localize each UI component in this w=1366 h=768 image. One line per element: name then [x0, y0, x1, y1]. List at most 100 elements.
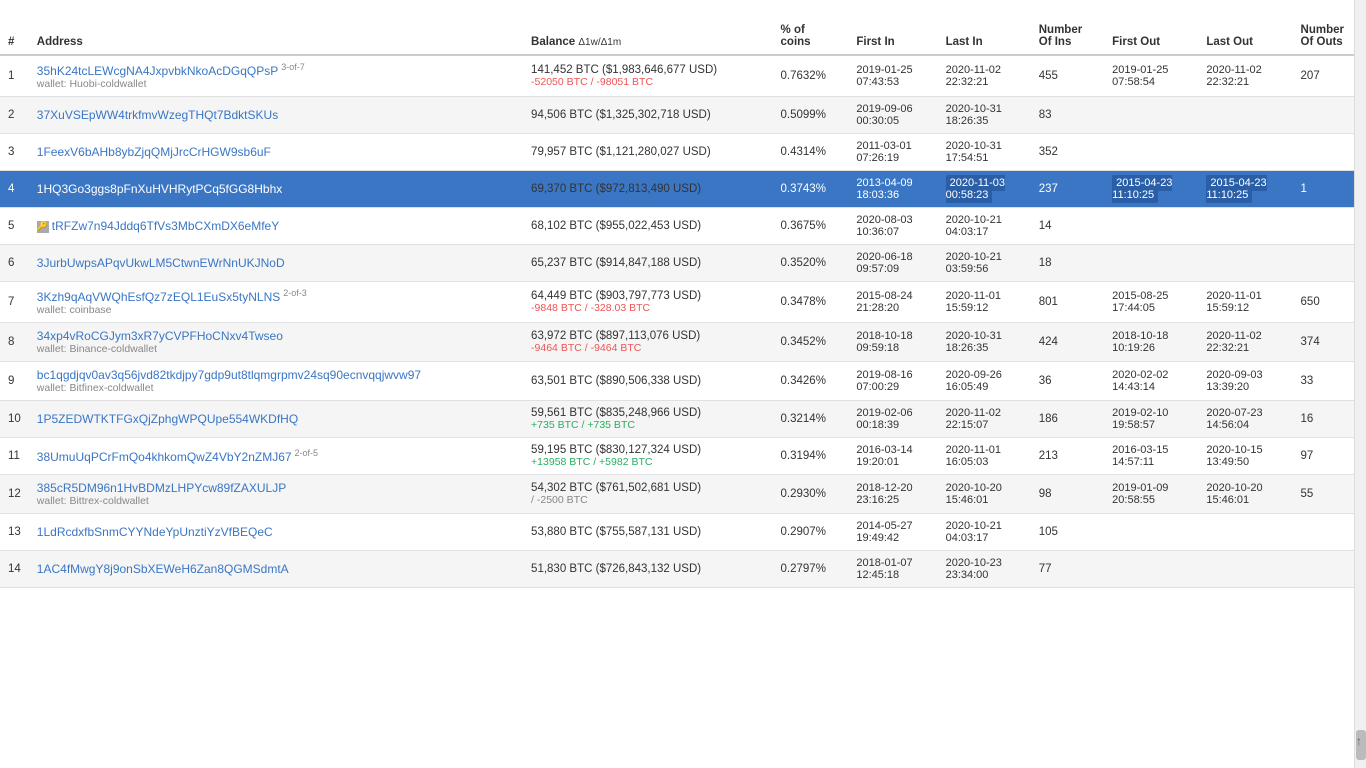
last-out-cell: [1198, 244, 1292, 281]
col-last-out: Last Out: [1198, 18, 1292, 55]
pct-cell: 0.5099%: [773, 96, 849, 133]
address-link[interactable]: 1AC4fMwgY8j9onSbXEWeH6Zan8QGMSdmtA: [37, 562, 289, 576]
first-out-cell: [1104, 244, 1198, 281]
address-link[interactable]: 1LdRcdxfbSnmCYYNdeYpUnztiYzVfBEQeC: [37, 525, 273, 539]
last-in-cell: 2020-09-26 16:05:49: [938, 361, 1031, 400]
last-in-cell: 2020-10-20 15:46:01: [938, 474, 1031, 513]
balance-cell: 79,957 BTC ($1,121,280,027 USD): [523, 133, 772, 170]
last-out-cell: 2020-10-15 13:49:50: [1198, 437, 1292, 474]
address-link[interactable]: bc1qgdjqv0av3q56jvd82tkdjpy7gdp9ut8tlqmg…: [37, 368, 421, 382]
table-row: 135hK24tcLEWcgNA4JxpvbkNkoAcDGqQPsP3-of-…: [0, 55, 1366, 96]
balance-main: 54,302 BTC ($761,502,681 USD): [531, 482, 764, 494]
balance-main: 65,237 BTC ($914,847,188 USD): [531, 257, 764, 269]
last-in-cell: 2020-11-02 22:32:21: [938, 55, 1031, 96]
rank-cell: 1: [0, 55, 29, 96]
last-in-cell: 2020-11-01 15:59:12: [938, 281, 1031, 322]
table-row: 10 1P5ZEDWTKTFGxQjZphgWPQUpe554WKDfHQ 59,5…: [0, 400, 1366, 437]
last-out-cell: 2020-11-02 22:32:21: [1198, 322, 1292, 361]
address-link[interactable]: 37XuVSEpWW4trkfmvWzegTHQt7BdktSKUs: [37, 108, 278, 122]
page-title: [0, 0, 1366, 18]
last-out-cell: 2020-11-01 15:59:12: [1198, 281, 1292, 322]
address-cell: 🔑tRFZw7n94Jddq6TfVs3MbCXmDX6eMfeY: [29, 207, 523, 244]
pct-cell: 0.2930%: [773, 474, 849, 513]
pct-cell: 0.2797%: [773, 550, 849, 587]
rich-addresses-table: # Address Balance Δ1w/Δ1m % ofcoins Firs…: [0, 18, 1366, 588]
wallet-label: wallet: coinbase: [37, 304, 515, 316]
wallet-label: wallet: Huobi-coldwallet: [37, 78, 515, 90]
last-out-cell: 2020-10-20 15:46:01: [1198, 474, 1292, 513]
address-link[interactable]: 385cR5DM96n1HvBDMzLHPYcw89fZAXULJP: [37, 481, 286, 495]
num-ins-cell: 98: [1031, 474, 1104, 513]
balance-main: 53,880 BTC ($755,587,131 USD): [531, 526, 764, 538]
balance-cell: 65,237 BTC ($914,847,188 USD): [523, 244, 772, 281]
balance-main: 63,972 BTC ($897,113,076 USD): [531, 330, 764, 342]
rank-cell: 12: [0, 474, 29, 513]
scroll-up-arrow[interactable]: ↑: [1353, 734, 1365, 748]
first-out-cell: 2018-10-18 10:19:26: [1104, 322, 1198, 361]
table-wrapper: # Address Balance Δ1w/Δ1m % ofcoins Firs…: [0, 18, 1366, 588]
last-in-cell: 2020-10-23 23:34:00: [938, 550, 1031, 587]
address-cell: bc1qgdjqv0av3q56jvd82tkdjpy7gdp9ut8tlqmg…: [29, 361, 523, 400]
first-in-cell: 2014-05-27 19:49:42: [848, 513, 937, 550]
rank-cell: 10: [0, 400, 29, 437]
table-row: 5🔑tRFZw7n94Jddq6TfVs3MbCXmDX6eMfeY68,102…: [0, 207, 1366, 244]
last-out-cell: 2015-04-23 11:10:25: [1198, 170, 1292, 207]
col-first-in: First In: [848, 18, 937, 55]
balance-cell: 59,561 BTC ($835,248,966 USD)+735 BTC / …: [523, 400, 772, 437]
first-in-cell: 2020-08-03 10:36:07: [848, 207, 937, 244]
first-in-cell: 2016-03-14 19:20:01: [848, 437, 937, 474]
address-link[interactable]: 3Kzh9qAqVWQhEsfQz7zEQL1EuSx5tyNLNS: [37, 290, 280, 304]
address-cell: 35hK24tcLEWcgNA4JxpvbkNkoAcDGqQPsP3-of-7…: [29, 55, 523, 96]
first-in-cell: 2019-09-06 00:30:05: [848, 96, 937, 133]
last-in-cell: 2020-10-31 18:26:35: [938, 96, 1031, 133]
address-link[interactable]: 3JurbUwpsAPqvUkwLM5CtwnEWrNnUKJNoD: [37, 256, 285, 270]
col-pct: % ofcoins: [773, 18, 849, 55]
last-out-cell: [1198, 133, 1292, 170]
address-suffix: 3-of-7: [281, 62, 305, 72]
col-balance: Balance Δ1w/Δ1m: [523, 18, 772, 55]
first-in-cell: 2019-01-25 07:43:53: [848, 55, 937, 96]
first-in-cell: 2018-10-18 09:59:18: [848, 322, 937, 361]
first-in-cell: 2019-08-16 07:00:29: [848, 361, 937, 400]
last-out-cell: 2020-09-03 13:39:20: [1198, 361, 1292, 400]
balance-main: 64,449 BTC ($903,797,773 USD): [531, 290, 764, 302]
address-link[interactable]: 34xp4vRoCGJym3xR7yCVPFHoCNxv4Twseo: [37, 329, 283, 343]
rank-cell: 8: [0, 322, 29, 361]
address-cell: 3Kzh9qAqVWQhEsfQz7zEQL1EuSx5tyNLNS2-of-3…: [29, 281, 523, 322]
address-link[interactable]: 38UmuUqPCrFmQo4khkomQwZ4VbY2nZMJ67: [37, 450, 292, 464]
rank-cell: 9: [0, 361, 29, 400]
address-cell: 1HQ3Go3ggs8pFnXuHVHRytPCq5fGG8Hbhx: [29, 170, 523, 207]
first-out-cell: 2019-02-10 19:58:57: [1104, 400, 1198, 437]
first-out-cell: [1104, 133, 1198, 170]
balance-cell: 63,501 BTC ($890,506,338 USD): [523, 361, 772, 400]
first-out-cell: 2019-01-25 07:58:54: [1104, 55, 1198, 96]
first-in-cell: 2018-12-20 23:16:25: [848, 474, 937, 513]
balance-cell: 64,449 BTC ($903,797,773 USD)-9848 BTC /…: [523, 281, 772, 322]
address-link[interactable]: tRFZw7n94Jddq6TfVs3MbCXmDX6eMfeY: [52, 219, 279, 233]
num-ins-cell: 213: [1031, 437, 1104, 474]
balance-main: 69,370 BTC ($972,813,490 USD): [531, 183, 764, 195]
rank-cell: 3: [0, 133, 29, 170]
pct-cell: 0.3194%: [773, 437, 849, 474]
num-ins-cell: 83: [1031, 96, 1104, 133]
last-in-cell: 2020-11-01 16:05:03: [938, 437, 1031, 474]
first-out-cell: 2015-04-23 11:10:25: [1104, 170, 1198, 207]
address-link[interactable]: 1P5ZEDWTKTFGxQjZphgWPQUpe554WKDfHQ: [37, 412, 298, 426]
table-header-row: # Address Balance Δ1w/Δ1m % ofcoins Firs…: [0, 18, 1366, 55]
table-row: 63JurbUwpsAPqvUkwLM5CtwnEWrNnUKJNoD65,23…: [0, 244, 1366, 281]
last-in-cell: 2020-10-21 04:03:17: [938, 207, 1031, 244]
first-out-cell: [1104, 550, 1198, 587]
balance-change: -9848 BTC / -328.03 BTC: [531, 302, 764, 314]
col-last-in: Last In: [938, 18, 1031, 55]
address-cell: 34xp4vRoCGJym3xR7yCVPFHoCNxv4Twseowallet…: [29, 322, 523, 361]
num-ins-cell: 105: [1031, 513, 1104, 550]
scrollbar[interactable]: [1354, 0, 1366, 768]
wallet-label: wallet: Binance-coldwallet: [37, 343, 515, 355]
address-link[interactable]: 35hK24tcLEWcgNA4JxpvbkNkoAcDGqQPsP: [37, 64, 278, 78]
first-in-cell: 2011-03-01 07:26:19: [848, 133, 937, 170]
address-link[interactable]: 1HQ3Go3ggs8pFnXuHVHRytPCq5fGG8Hbhx: [37, 182, 282, 196]
address-cell: 3JurbUwpsAPqvUkwLM5CtwnEWrNnUKJNoD: [29, 244, 523, 281]
num-ins-cell: 424: [1031, 322, 1104, 361]
pct-cell: 0.3426%: [773, 361, 849, 400]
address-link[interactable]: 1FeexV6bAHb8ybZjqQMjJrcCrHGW9sb6uF: [37, 145, 271, 159]
